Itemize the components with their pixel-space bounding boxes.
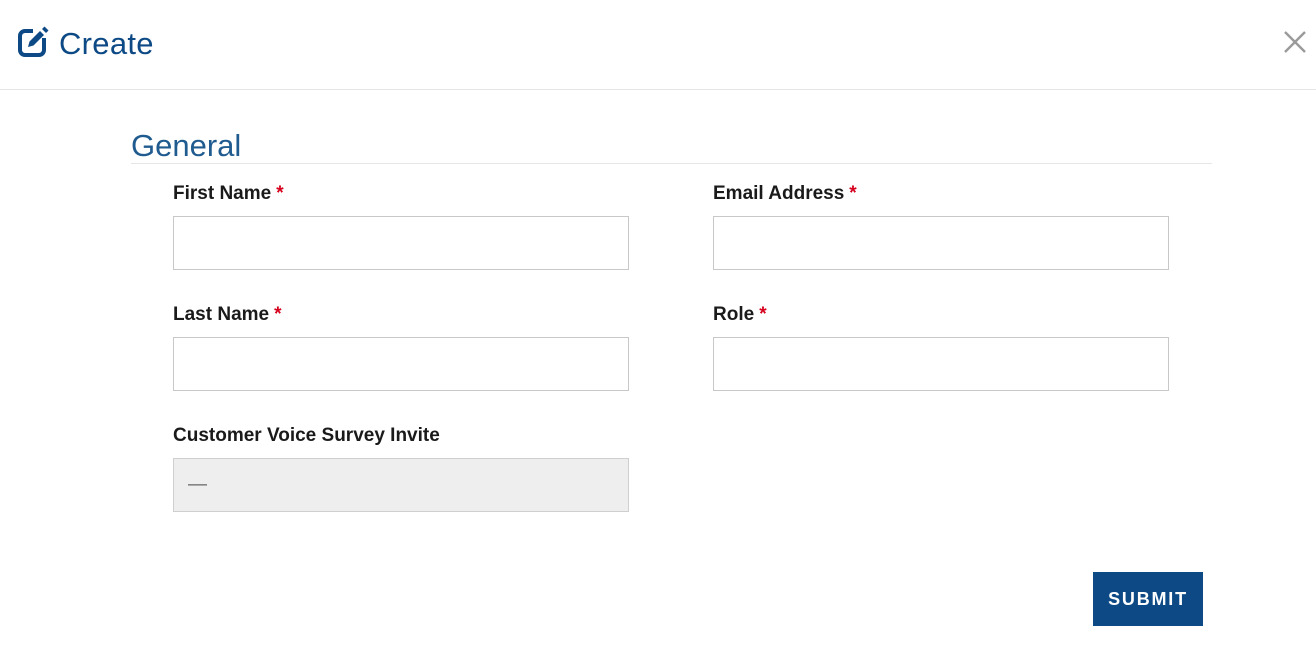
survey-invite-value: — xyxy=(188,474,207,495)
last-name-label: Last Name * xyxy=(173,303,629,327)
edit-icon xyxy=(18,26,52,58)
section-divider xyxy=(131,163,1212,164)
survey-invite-readonly-value: — xyxy=(173,458,629,512)
dialog-header: Create xyxy=(0,0,1316,90)
required-mark: * xyxy=(849,183,857,204)
survey-invite-label: Customer Voice Survey Invite xyxy=(173,425,440,446)
close-icon[interactable] xyxy=(1281,28,1309,56)
role-field: Role * xyxy=(713,303,1169,391)
first-name-label-text: First Name xyxy=(173,183,272,204)
first-name-label: First Name * xyxy=(173,182,629,206)
required-mark: * xyxy=(276,183,284,204)
last-name-label-text: Last Name xyxy=(173,304,270,325)
last-name-field: Last Name * xyxy=(173,303,629,391)
first-name-field: First Name * xyxy=(173,182,629,270)
email-address-input[interactable] xyxy=(713,216,1169,270)
role-label-text: Role xyxy=(713,304,755,325)
last-name-input[interactable] xyxy=(173,337,629,391)
section-title: General xyxy=(131,128,242,163)
survey-invite-field: Customer Voice Survey Invite — xyxy=(173,424,629,512)
create-dialog: Create General First Name * Email Address… xyxy=(0,0,1316,653)
first-name-input[interactable] xyxy=(173,216,629,270)
required-mark: * xyxy=(274,304,282,325)
email-address-field: Email Address * xyxy=(713,182,1169,270)
email-address-label-text: Email Address xyxy=(713,183,845,204)
dialog-title: Create xyxy=(59,26,154,61)
required-mark: * xyxy=(759,304,767,325)
submit-button[interactable]: SUBMIT xyxy=(1093,572,1203,626)
role-label: Role * xyxy=(713,303,1169,327)
role-input[interactable] xyxy=(713,337,1169,391)
email-address-label: Email Address * xyxy=(713,182,1169,206)
